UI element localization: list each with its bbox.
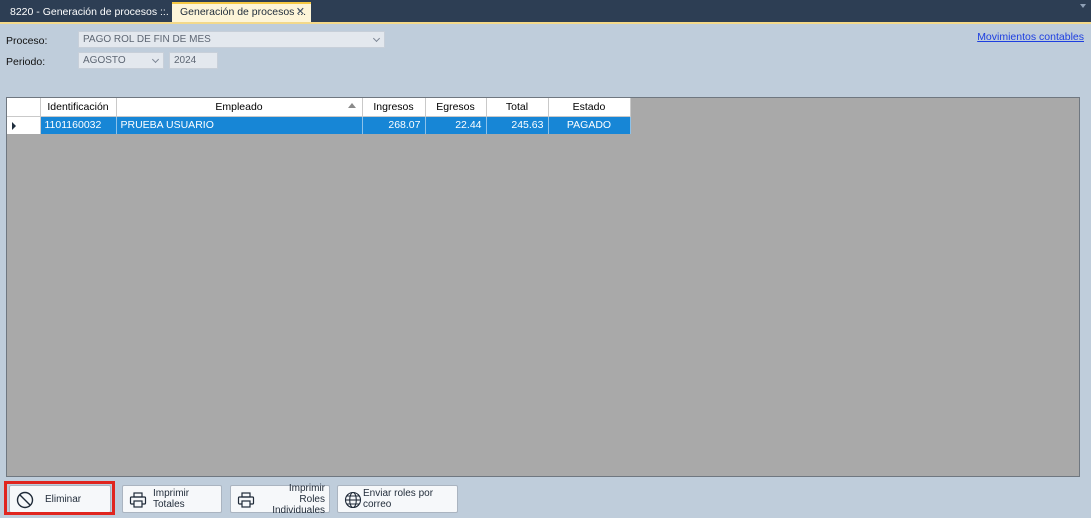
row-indicator[interactable] xyxy=(7,116,41,134)
cell-total[interactable]: 245.63 xyxy=(486,116,549,134)
employees-table: Identificación Empleado Ingresos Egresos… xyxy=(7,98,631,134)
periodo-year-value: 2024 xyxy=(174,55,197,66)
periodo-month-value: AGOSTO xyxy=(83,55,126,66)
enviar-roles-label: Enviar roles por correo xyxy=(363,488,434,510)
imprimir-roles-label: Imprimir Roles Individuales xyxy=(263,482,325,516)
tab-generacion-8220[interactable]: 8220 - Generación de procesos ::. xyxy=(2,2,177,22)
proceso-select[interactable]: PAGO ROL DE FIN DE MES xyxy=(78,31,385,48)
chevron-down-icon xyxy=(372,34,381,43)
cell-egresos[interactable]: 22.44 xyxy=(425,116,487,134)
tab-accent-line xyxy=(0,22,1091,24)
globe-icon xyxy=(344,491,362,512)
tab-generacion-procesos[interactable]: Generación de procesos ::. ✕ xyxy=(172,2,311,22)
col-egresos[interactable]: Egresos xyxy=(425,98,487,117)
sort-ascending-icon xyxy=(347,103,356,108)
cell-ingresos[interactable]: 268.07 xyxy=(362,116,426,134)
periodo-label: Periodo: xyxy=(6,56,46,68)
chevron-down-icon xyxy=(151,55,160,64)
imprimir-roles-button[interactable]: Imprimir Roles Individuales xyxy=(230,482,330,516)
imprimir-totales-button[interactable]: Imprimir Totales xyxy=(122,485,222,513)
table-row[interactable]: 1101160032 PRUEBA USUARIO 268.07 22.44 2… xyxy=(7,116,631,134)
col-identificacion[interactable]: Identificación xyxy=(40,98,117,117)
cell-identificacion[interactable]: 1101160032 xyxy=(40,116,117,134)
employees-grid[interactable]: Identificación Empleado Ingresos Egresos… xyxy=(6,97,1080,477)
printer-icon xyxy=(237,491,255,512)
col-empleado[interactable]: Empleado xyxy=(116,98,363,117)
col-ingresos[interactable]: Ingresos xyxy=(362,98,426,117)
periodo-year-field[interactable]: 2024 xyxy=(169,52,218,69)
close-icon[interactable]: ✕ xyxy=(296,4,305,21)
col-estado[interactable]: Estado xyxy=(548,98,631,117)
col-empleado-label: Empleado xyxy=(215,100,263,113)
cell-estado[interactable]: PAGADO xyxy=(548,116,631,134)
periodo-month-select[interactable]: AGOSTO xyxy=(78,52,164,69)
table-header-row: Identificación Empleado Ingresos Egresos… xyxy=(7,98,631,117)
imprimir-roles-line2: Individuales xyxy=(272,504,325,516)
tab-label: Generación de procesos ::. xyxy=(180,6,307,18)
highlight-box xyxy=(4,481,115,515)
col-total[interactable]: Total xyxy=(486,98,549,117)
imprimir-totales-label: Imprimir Totales xyxy=(153,488,190,510)
row-pointer-icon xyxy=(12,121,16,130)
tab-bar: 8220 - Generación de procesos ::. Genera… xyxy=(0,0,1091,22)
enviar-roles-button[interactable]: Enviar roles por correo xyxy=(337,485,458,513)
imprimir-roles-line1: Imprimir Roles xyxy=(288,482,325,505)
printer-icon xyxy=(129,491,147,512)
tab-menu-icon[interactable] xyxy=(1080,4,1086,8)
proceso-value: PAGO ROL DE FIN DE MES xyxy=(83,34,211,45)
proceso-label: Proceso: xyxy=(6,35,48,47)
tab-label: 8220 - Generación de procesos ::. xyxy=(10,6,169,18)
cell-empleado[interactable]: PRUEBA USUARIO xyxy=(116,116,363,134)
row-indicator-header xyxy=(7,98,41,117)
movimientos-contables-link[interactable]: Movimientos contables xyxy=(977,31,1084,43)
